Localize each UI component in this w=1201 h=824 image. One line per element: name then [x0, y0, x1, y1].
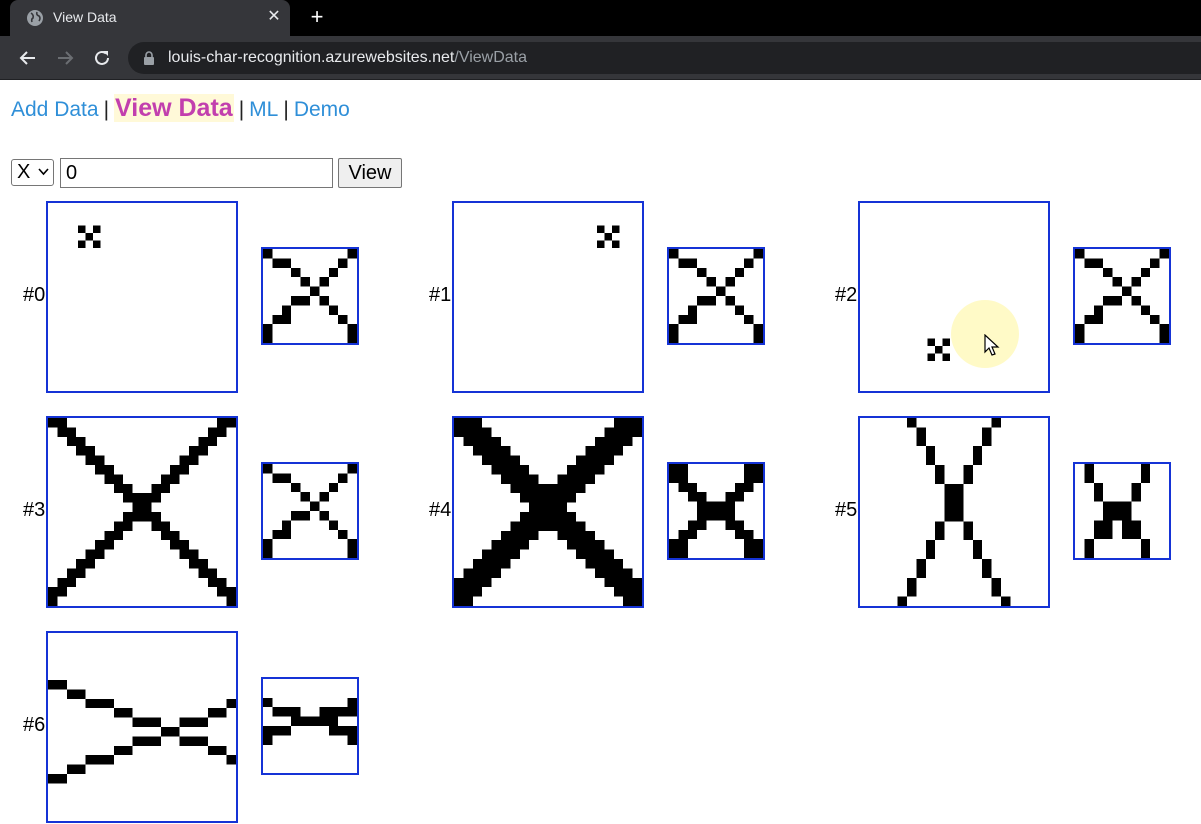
nav-link-view-data[interactable]: View Data [114, 94, 234, 122]
sample-normalized-image [1073, 247, 1171, 345]
sample-label: #5 [835, 499, 858, 521]
sample-normalized-image [667, 462, 765, 560]
sample-original-image [452, 201, 644, 393]
nav-link-demo[interactable]: Demo [294, 98, 350, 121]
url-text: louis-char-recognition.azurewebsites.net… [168, 49, 527, 67]
nav-separator: | [283, 98, 289, 121]
sample-original-image [46, 201, 238, 393]
char-select-value: X [17, 161, 31, 183]
sample-label: #6 [23, 714, 46, 736]
browser-toolbar: louis-char-recognition.azurewebsites.net… [0, 36, 1201, 80]
new-tab-button[interactable]: + [304, 4, 330, 30]
sample-normalized-image [667, 247, 765, 345]
nav-link-ml[interactable]: ML [249, 98, 278, 121]
sample-label: #2 [835, 284, 858, 306]
sample-original-image [46, 631, 238, 823]
url-path: /ViewData [454, 49, 528, 66]
sample-label: #3 [23, 499, 46, 521]
sample-normalized-image [1073, 462, 1171, 560]
sample-original-image [858, 201, 1050, 393]
sample-normalized-image [261, 247, 359, 345]
arrow-left-icon[interactable] [16, 46, 40, 70]
sample-label: #1 [429, 284, 452, 306]
sample-original-image [452, 416, 644, 608]
sample-original-image [858, 416, 1050, 608]
nav-separator: | [103, 98, 110, 121]
browser-tab-bar: View Data ✕ + [0, 0, 1201, 36]
chevron-down-icon [38, 168, 49, 176]
reload-icon[interactable] [90, 46, 114, 70]
address-bar[interactable]: louis-char-recognition.azurewebsites.net… [128, 42, 1201, 74]
mouse-pointer-icon [984, 334, 1000, 356]
view-button[interactable]: View [338, 158, 402, 188]
url-host: louis-char-recognition.azurewebsites.net [168, 49, 455, 66]
sample-label: #4 [429, 499, 452, 521]
sample-label: #0 [23, 284, 46, 306]
site-nav: Add Data | View Data | ML | Demo [11, 94, 350, 123]
lock-icon [144, 51, 154, 65]
nav-link-add-data[interactable]: Add Data [11, 98, 99, 121]
tab-close-icon[interactable]: ✕ [264, 6, 284, 28]
sample-original-image [46, 416, 238, 608]
arrow-right-icon[interactable] [53, 46, 77, 70]
nav-separator: | [238, 98, 245, 121]
browser-tab[interactable]: View Data ✕ [10, 0, 290, 36]
char-select[interactable]: X [11, 159, 54, 186]
sample-normalized-image [261, 462, 359, 560]
index-input[interactable]: 0 [60, 158, 333, 188]
globe-icon [27, 10, 43, 26]
sample-normalized-image [261, 677, 359, 775]
tab-title: View Data [53, 9, 117, 25]
